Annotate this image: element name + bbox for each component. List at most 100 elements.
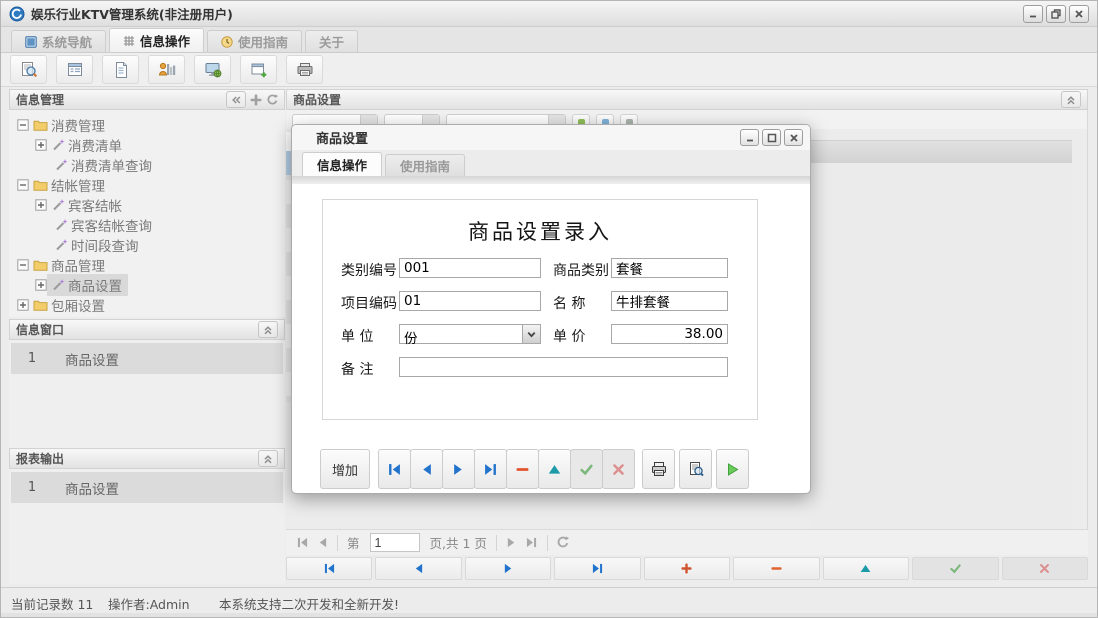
item-code-label: 项目编码 xyxy=(341,293,397,313)
page-number-input[interactable] xyxy=(370,533,420,552)
tree-item-label: 时间段查询 xyxy=(71,235,139,255)
list-item[interactable]: 1 商品设置 xyxy=(11,343,283,374)
name-input[interactable] xyxy=(611,291,728,311)
expand-toggle-icon[interactable] xyxy=(35,279,47,291)
collapse-toggle-icon[interactable] xyxy=(17,119,29,131)
last-record-button[interactable] xyxy=(474,449,507,489)
tree-item-product-management[interactable]: 商品管理 xyxy=(9,255,285,275)
tree-item-guest-billing[interactable]: 宾客结帐 xyxy=(9,195,285,215)
next-record-button[interactable] xyxy=(442,449,475,489)
dialog-close-button[interactable] xyxy=(784,129,803,146)
menu-tab-system-navigation[interactable]: 系统导航 xyxy=(11,30,106,52)
add-record-nav-button[interactable] xyxy=(644,557,730,580)
menu-tab-about[interactable]: 关于 xyxy=(305,30,358,52)
printer-button[interactable] xyxy=(286,55,323,84)
form-view-button[interactable] xyxy=(56,55,93,84)
product-category-input[interactable] xyxy=(611,258,728,278)
user-report-button[interactable] xyxy=(148,55,185,84)
remark-input[interactable] xyxy=(399,357,728,377)
refresh-button[interactable] xyxy=(553,533,573,553)
tree-item-billing-management[interactable]: 结帐管理 xyxy=(9,175,285,195)
next-page-button[interactable] xyxy=(502,533,522,553)
post-record-button[interactable] xyxy=(570,449,603,489)
dialog-tab-user-guide[interactable]: 使用指南 xyxy=(385,154,465,176)
panel-title: 商品设置 xyxy=(293,91,341,108)
print-button[interactable] xyxy=(642,449,675,489)
restore-button[interactable] xyxy=(1046,5,1066,23)
expand-all-icon[interactable] xyxy=(250,94,262,106)
collapse-toggle-icon[interactable] xyxy=(17,259,29,271)
tree-item-guest-billing-query[interactable]: 宾客结帐查询 xyxy=(9,215,285,235)
print-preview-button[interactable] xyxy=(679,449,712,489)
dialog-tab-label: 信息操作 xyxy=(317,155,367,174)
delete-record-button[interactable] xyxy=(506,449,539,489)
folder-icon xyxy=(33,178,48,192)
refresh-tree-icon[interactable] xyxy=(266,94,278,106)
tree-item-product-settings[interactable]: 商品设置 xyxy=(9,275,285,295)
post-record-nav-button[interactable] xyxy=(912,557,998,580)
menu-tab-label: 系统导航 xyxy=(42,32,92,51)
tree-item-room-settings[interactable]: 包厢设置 xyxy=(9,295,285,315)
menu-bar: 系统导航 信息操作 使用指南 关于 xyxy=(1,27,1097,53)
record-count-status: 当前记录数 11 xyxy=(11,594,93,613)
tree-item-time-period-query[interactable]: 时间段查询 xyxy=(9,235,285,255)
collapse-left-button[interactable] xyxy=(226,91,246,108)
tree-item-label: 消费清单 xyxy=(68,135,122,155)
item-code-input[interactable] xyxy=(399,291,541,311)
collapse-up-button[interactable] xyxy=(1061,91,1081,108)
next-record-nav-button[interactable] xyxy=(465,557,551,580)
expand-toggle-icon[interactable] xyxy=(35,139,47,151)
category-code-input[interactable] xyxy=(399,258,541,278)
prev-page-button[interactable] xyxy=(312,533,332,553)
dialog-title-bar[interactable]: 商品设置 xyxy=(292,125,810,150)
add-record-button[interactable]: 增加 xyxy=(320,449,370,489)
menu-tab-info-operation[interactable]: 信息操作 xyxy=(109,28,204,52)
menu-tab-user-guide[interactable]: 使用指南 xyxy=(207,30,302,52)
report-output-header: 报表输出 xyxy=(9,448,285,469)
new-document-button[interactable] xyxy=(102,55,139,84)
minimize-button[interactable] xyxy=(1023,5,1043,23)
unit-price-input[interactable] xyxy=(611,324,728,344)
cancel-record-button[interactable] xyxy=(602,449,635,489)
tree-item-label: 消费管理 xyxy=(51,115,105,135)
cancel-record-nav-button[interactable] xyxy=(1002,557,1088,580)
expand-toggle-icon[interactable] xyxy=(17,299,29,311)
close-button[interactable] xyxy=(1069,5,1089,23)
collapse-toggle-icon[interactable] xyxy=(17,179,29,191)
tree-item-consumption-list-query[interactable]: 消费清单查询 xyxy=(9,155,285,175)
edit-record-nav-button[interactable] xyxy=(823,557,909,580)
dialog-maximize-button[interactable] xyxy=(762,129,781,146)
prev-record-nav-button[interactable] xyxy=(375,557,461,580)
first-page-button[interactable] xyxy=(292,533,312,553)
clock-icon xyxy=(221,36,233,48)
chevron-down-icon[interactable] xyxy=(522,325,540,343)
first-record-nav-button[interactable] xyxy=(286,557,372,580)
screen-display-button[interactable] xyxy=(194,55,231,84)
search-document-button[interactable] xyxy=(10,55,47,84)
info-window-list: 1 商品设置 xyxy=(9,340,285,448)
unit-value: 份 xyxy=(400,325,522,343)
last-page-button[interactable] xyxy=(522,533,542,553)
info-window-panel: 信息窗口 1 商品设置 xyxy=(9,319,285,448)
collapse-up-button[interactable] xyxy=(258,450,278,467)
last-record-nav-button[interactable] xyxy=(554,557,640,580)
tree-item-consumption-management[interactable]: 消费管理 xyxy=(9,115,285,135)
tree-item-consumption-list[interactable]: 消费清单 xyxy=(9,135,285,155)
record-nav-bar xyxy=(286,557,1088,581)
window-add-button[interactable] xyxy=(240,55,277,84)
collapse-up-button[interactable] xyxy=(258,321,278,338)
delete-record-nav-button[interactable] xyxy=(733,557,819,580)
window-add-icon xyxy=(250,61,268,79)
expand-toggle-icon[interactable] xyxy=(35,199,47,211)
first-record-button[interactable] xyxy=(378,449,411,489)
dialog-tab-info-operation[interactable]: 信息操作 xyxy=(302,152,382,176)
dialog-minimize-button[interactable] xyxy=(740,129,759,146)
edit-record-button[interactable] xyxy=(538,449,571,489)
screen-display-icon xyxy=(204,61,222,79)
prev-record-button[interactable] xyxy=(410,449,443,489)
list-item[interactable]: 1 商品设置 xyxy=(11,472,283,503)
unit-combo[interactable]: 份 xyxy=(399,324,541,344)
product-settings-panel-header: 商品设置 xyxy=(286,89,1088,110)
run-button[interactable] xyxy=(716,449,749,489)
unit-label: 单 位 xyxy=(341,326,373,346)
